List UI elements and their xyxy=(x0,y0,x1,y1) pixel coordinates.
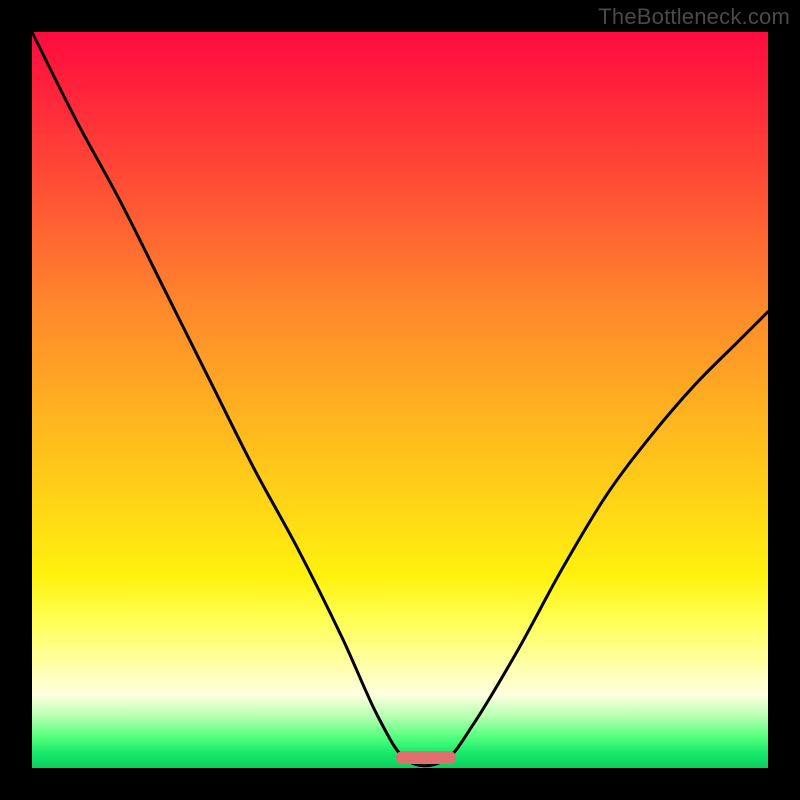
watermark-text: TheBottleneck.com xyxy=(598,4,790,30)
chart-frame: TheBottleneck.com xyxy=(0,0,800,800)
optimum-marker-pill xyxy=(396,751,456,764)
gradient-plot-area xyxy=(32,32,768,768)
bottleneck-curve xyxy=(32,32,768,768)
